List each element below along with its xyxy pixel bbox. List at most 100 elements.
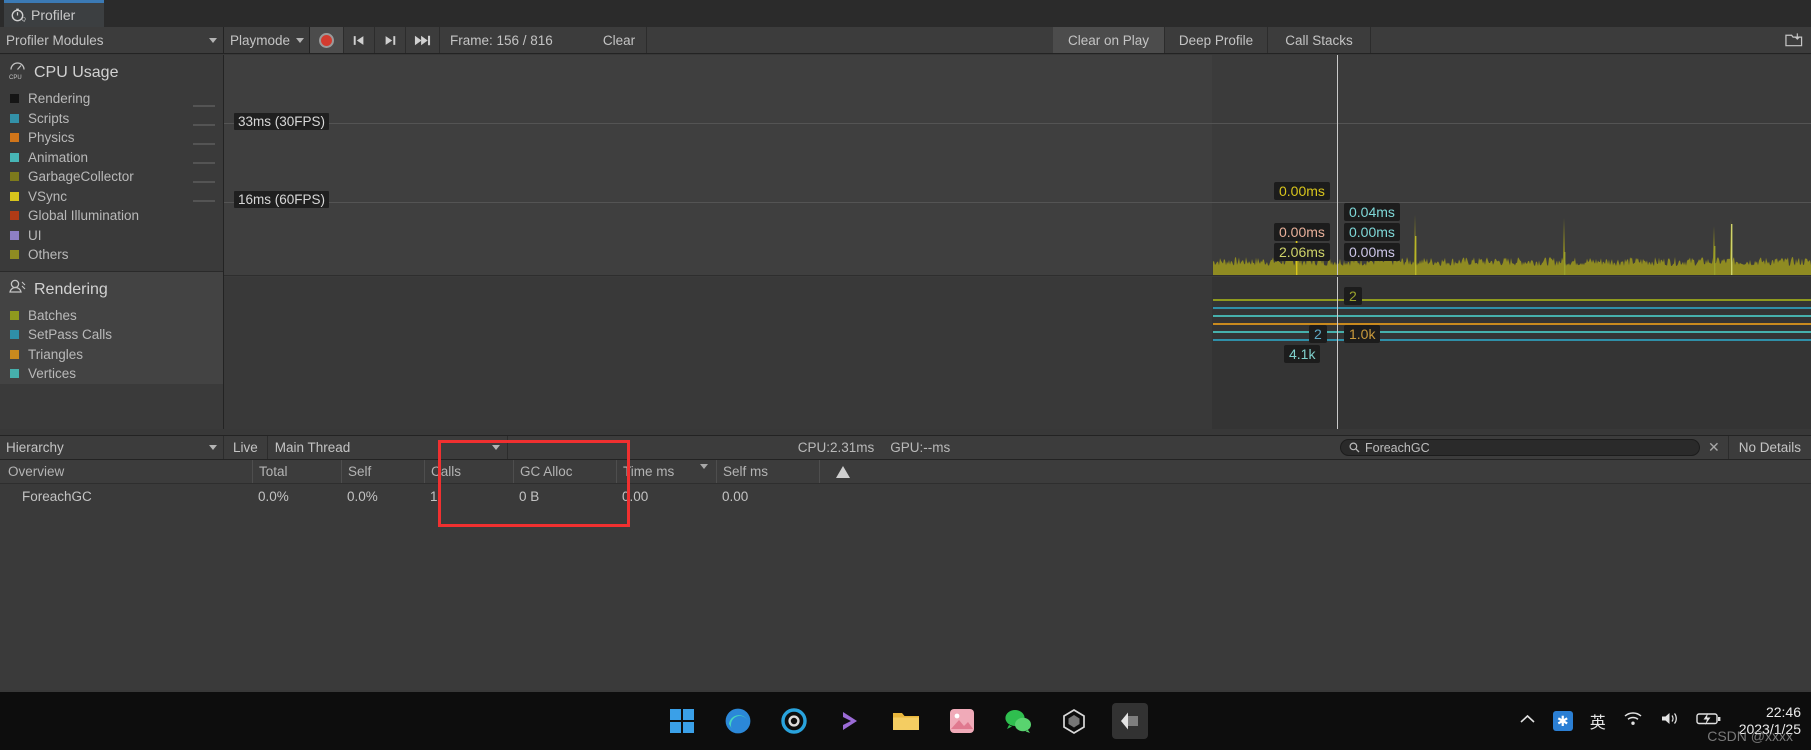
ime-label[interactable]: 英	[1590, 709, 1606, 733]
color-swatch-icon	[10, 369, 19, 379]
table-header-self-ms[interactable]: Self ms	[716, 460, 819, 483]
cpu-spike	[1731, 224, 1733, 275]
search-input[interactable]: ForeachGC	[1339, 439, 1700, 456]
save-load-icon	[1785, 33, 1803, 47]
table-header-label: Self	[348, 464, 372, 479]
last-frame-button[interactable]	[406, 27, 440, 53]
table-header-self[interactable]: Self	[341, 460, 424, 483]
legend-cpu-global-illumination[interactable]: Global Illumination	[0, 206, 223, 226]
table-header-time-ms[interactable]: Time ms	[616, 460, 716, 483]
ime-icon[interactable]: ✱	[1552, 711, 1573, 731]
legend-cpu-scripts[interactable]: Scripts	[0, 109, 223, 129]
rendering-frame-cursor-line[interactable]	[1337, 277, 1338, 429]
clear-button[interactable]: Clear	[592, 27, 647, 53]
legend-label: VSync	[28, 188, 68, 204]
legend-rendering-batches[interactable]: Batches	[0, 306, 223, 326]
table-header-overview[interactable]: Overview	[0, 460, 252, 483]
previous-frame-button[interactable]	[344, 27, 375, 53]
taskbar-app-icons	[664, 692, 1148, 750]
color-swatch-icon	[10, 330, 19, 340]
legend-label: SetPass Calls	[28, 327, 113, 343]
clear-on-play-toggle[interactable]: Clear on Play	[1053, 27, 1165, 53]
photos-icon[interactable]	[944, 703, 980, 739]
file-explorer-icon[interactable]	[888, 703, 924, 739]
module-rendering-title: Rendering	[34, 280, 108, 298]
profiler-charts: 33ms (30FPS) 16ms (60FPS) 0.00ms 0.00ms …	[224, 55, 1811, 429]
legend-rendering-vertices[interactable]: Vertices	[0, 364, 223, 384]
next-frame-button[interactable]	[375, 27, 406, 53]
rendering-chart[interactable]: 2 2 1.0k 4.1k	[224, 277, 1811, 429]
module-drag-handles[interactable]	[193, 88, 215, 219]
live-toggle[interactable]: Live	[224, 436, 268, 459]
save-load-button[interactable]	[1777, 27, 1811, 53]
value-label-setpass: 2	[1309, 325, 1327, 343]
clear-label: Clear	[602, 32, 636, 48]
clear-search-button[interactable]: ✕	[1700, 439, 1728, 456]
unity-editor-icon[interactable]	[1111, 703, 1148, 739]
drag-handle	[193, 124, 215, 126]
deep-profile-toggle[interactable]: Deep Profile	[1165, 27, 1268, 53]
chevron-down-icon	[296, 37, 305, 43]
legend-cpu-rendering[interactable]: Rendering	[0, 89, 223, 109]
value-label-physics: 0.00ms	[1274, 223, 1330, 241]
table-cell-total: 0.0%	[258, 488, 289, 504]
table-header-sort[interactable]	[819, 460, 859, 483]
call-stacks-toggle[interactable]: Call Stacks	[1268, 27, 1371, 53]
windows-start-icon[interactable]	[664, 703, 700, 739]
module-rendering[interactable]: Rendering Batches SetPass Calls Triangles V…	[0, 271, 223, 384]
legend-cpu-animation[interactable]: Animation	[0, 148, 223, 168]
frame-label: Frame: 156 / 816	[450, 32, 553, 48]
unity-hub-icon[interactable]	[1056, 703, 1092, 739]
color-swatch-icon	[10, 113, 19, 123]
call-stacks-label: Call Stacks	[1285, 32, 1353, 48]
color-swatch-icon	[10, 230, 19, 240]
table-header-label: Calls	[431, 464, 462, 479]
profiler-modules-dropdown[interactable]: Profiler Modules	[0, 27, 224, 53]
legend-cpu-garbagecollector[interactable]: GarbageCollector	[0, 167, 223, 187]
thread-dropdown[interactable]: Main Thread	[268, 436, 508, 459]
module-rendering-header[interactable]: Rendering	[0, 272, 223, 306]
legend-cpu-ui[interactable]: UI	[0, 226, 223, 246]
table-header-total[interactable]: Total	[252, 460, 341, 483]
wechat-icon[interactable]	[1000, 703, 1036, 739]
visual-studio-code-icon[interactable]	[832, 703, 868, 739]
show-hidden-icons-icon[interactable]	[1519, 712, 1536, 730]
color-swatch-icon	[10, 94, 19, 104]
cpu-stat-label: CPU:2.31ms	[797, 440, 875, 455]
table-cell-self: 0.0%	[347, 488, 378, 504]
record-button[interactable]	[310, 27, 344, 53]
table-header-label: Total	[259, 464, 288, 479]
table-header-gc-alloc[interactable]: GC Alloc	[513, 460, 616, 483]
edge-browser-icon[interactable]	[720, 703, 756, 739]
value-label-scripts: 0.04ms	[1344, 203, 1400, 221]
legend-cpu-vsync[interactable]: VSync	[0, 187, 223, 207]
color-swatch-icon	[10, 349, 19, 359]
module-cpu-header[interactable]: CPU CPU Usage	[0, 55, 223, 89]
module-cpu-usage[interactable]: CPU CPU Usage Rendering Scripts Physics Ani…	[0, 55, 223, 265]
table-header-calls[interactable]: Calls	[424, 460, 513, 483]
volume-icon[interactable]	[1660, 711, 1679, 731]
rendering-chart-trace	[1213, 299, 1811, 341]
table-header-label: Overview	[8, 464, 65, 479]
table-row[interactable]: ForeachGC 0.0% 0.0% 1 0 B 0.00 0.00	[0, 484, 1811, 508]
tab-profiler[interactable]: Q Profiler	[4, 0, 104, 27]
drag-handle	[193, 105, 215, 107]
details-panel-toggle[interactable]: No Details	[1727, 436, 1811, 459]
table-cell-self-ms: 0.00	[722, 488, 749, 504]
wifi-icon[interactable]	[1623, 711, 1643, 731]
cpu-usage-chart[interactable]: 33ms (30FPS) 16ms (60FPS) 0.00ms 0.00ms …	[224, 55, 1811, 276]
deep-profile-label: Deep Profile	[1178, 32, 1254, 48]
legend-rendering-setpass-calls[interactable]: SetPass Calls	[0, 325, 223, 345]
frame-cursor-line[interactable]	[1337, 55, 1338, 275]
chevron-down-icon	[209, 37, 217, 43]
legend-cpu-others[interactable]: Others	[0, 245, 223, 265]
settings-gear-icon[interactable]	[776, 703, 812, 739]
legend-cpu-physics[interactable]: Physics	[0, 128, 223, 148]
color-swatch-icon	[10, 310, 19, 320]
cpu-chart-trace	[1213, 214, 1811, 275]
legend-label: Triangles	[28, 346, 84, 362]
legend-rendering-triangles[interactable]: Triangles	[0, 345, 223, 365]
hierarchy-view-dropdown[interactable]: Hierarchy	[0, 436, 224, 459]
svg-text:Q: Q	[22, 17, 27, 23]
playmode-dropdown[interactable]: Playmode	[224, 27, 310, 53]
